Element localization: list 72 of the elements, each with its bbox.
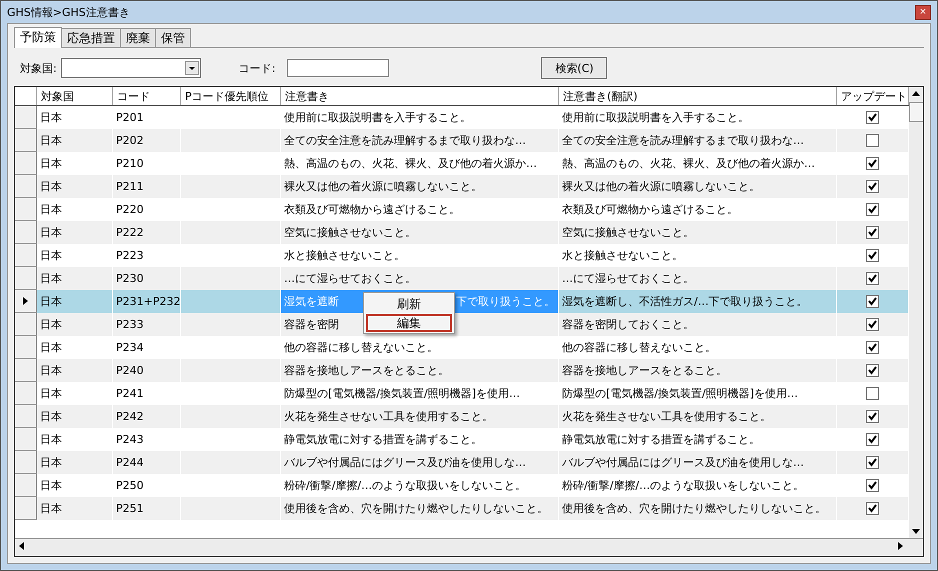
country-dropdown[interactable] xyxy=(60,58,201,78)
column-header[interactable]: 注意書き(翻訳) xyxy=(559,87,837,105)
table-cell: 火花を発生させない工具を使用すること。 xyxy=(559,405,837,428)
close-button[interactable]: × xyxy=(915,4,931,20)
vertical-scrollbar[interactable] xyxy=(909,87,923,538)
table-cell: バルブや付属品にはグリース及び油を使用しな… xyxy=(281,451,559,474)
window-title: GHS情報>GHS注意書き xyxy=(7,4,130,20)
table-cell: 裸火又は他の着火源に噴霧しないこと。 xyxy=(559,175,837,198)
checkbox[interactable] xyxy=(866,341,879,354)
checkbox[interactable] xyxy=(866,433,879,446)
table-cell: 容器を密閉しておくこと。 xyxy=(559,313,837,336)
column-header[interactable]: 対象国 xyxy=(37,87,113,105)
table-cell: P242 xyxy=(113,405,181,428)
checkbox[interactable] xyxy=(866,318,879,331)
table-cell: 裸火又は他の着火源に噴霧しないこと。 xyxy=(281,175,559,198)
tab[interactable]: 廃棄 xyxy=(120,28,156,47)
tab[interactable]: 予防策 xyxy=(14,27,62,48)
column-header[interactable]: 注意書き xyxy=(281,87,559,105)
checkbox[interactable] xyxy=(866,157,879,170)
checkbox[interactable] xyxy=(866,410,879,423)
checkbox[interactable] xyxy=(866,387,879,400)
checkbox[interactable] xyxy=(866,203,879,216)
table-cell: 日本 xyxy=(37,497,113,520)
checkbox[interactable] xyxy=(866,249,879,262)
tab[interactable]: 応急措置 xyxy=(61,28,121,47)
horizontal-scrollbar[interactable] xyxy=(15,538,923,556)
table-cell: 空気に接触させないこと。 xyxy=(281,221,559,244)
table-cell: 日本 xyxy=(37,313,113,336)
table-cell: 日本 xyxy=(37,221,113,244)
checkbox[interactable] xyxy=(866,134,879,147)
table-cell: 容器を接地しアースをとること。 xyxy=(559,359,837,382)
table-cell: P222 xyxy=(113,221,181,244)
table-cell: 全ての安全注意を読み理解するまで取り扱わな… xyxy=(559,129,837,152)
scroll-thumb[interactable] xyxy=(909,102,923,122)
table-cell: P251 xyxy=(113,497,181,520)
table-cell: 日本 xyxy=(37,359,113,382)
column-header[interactable]: Pコード優先順位 xyxy=(181,87,281,105)
field-label: コード: xyxy=(238,60,276,76)
checkbox[interactable] xyxy=(866,180,879,193)
row-header[interactable] xyxy=(15,290,37,313)
table-cell: 使用後を含め、穴を開けたり燃やしたりしないこと。 xyxy=(559,497,837,520)
checkbox[interactable] xyxy=(866,295,879,308)
table-cell: P202 xyxy=(113,129,181,152)
table-cell: 容器を接地しアースをとること。 xyxy=(281,359,559,382)
table-cell: P244 xyxy=(113,451,181,474)
table-cell: P233 xyxy=(113,313,181,336)
checkbox[interactable] xyxy=(866,111,879,124)
menu-item[interactable]: 刷新 xyxy=(366,295,452,313)
table-cell: P211 xyxy=(113,175,181,198)
table-cell: 日本 xyxy=(37,175,113,198)
checkbox[interactable] xyxy=(866,272,879,285)
checkbox[interactable] xyxy=(866,456,879,469)
table-cell: 空気に接触させないこと。 xyxy=(559,221,837,244)
checkbox[interactable] xyxy=(866,479,879,492)
table-cell: 日本 xyxy=(37,451,113,474)
table-cell: 全ての安全注意を読み理解するまで取り扱わな… xyxy=(281,129,559,152)
current-row-icon xyxy=(22,297,28,305)
code-input-field[interactable] xyxy=(287,59,390,77)
checkbox[interactable] xyxy=(866,226,879,239)
menu-item[interactable]: 編集 xyxy=(366,314,452,332)
checkbox[interactable] xyxy=(866,502,879,515)
table-cell: 日本 xyxy=(37,129,113,152)
table-cell: 使用後を含め、穴を開けたり燃やしたりしないこと。 xyxy=(281,497,559,520)
table-cell: 火花を発生させない工具を使用すること。 xyxy=(281,405,559,428)
column-header[interactable]: コード xyxy=(113,87,181,105)
search-button[interactable]: 検索(C) xyxy=(541,57,608,79)
table-cell: バルブや付属品にはグリース及び油を使用しな… xyxy=(559,451,837,474)
field-label: 対象国: xyxy=(20,60,57,76)
tab[interactable]: 保管 xyxy=(155,28,191,47)
checkbox[interactable] xyxy=(866,364,879,377)
table-cell: 日本 xyxy=(37,405,113,428)
table-cell: P240 xyxy=(113,359,181,382)
